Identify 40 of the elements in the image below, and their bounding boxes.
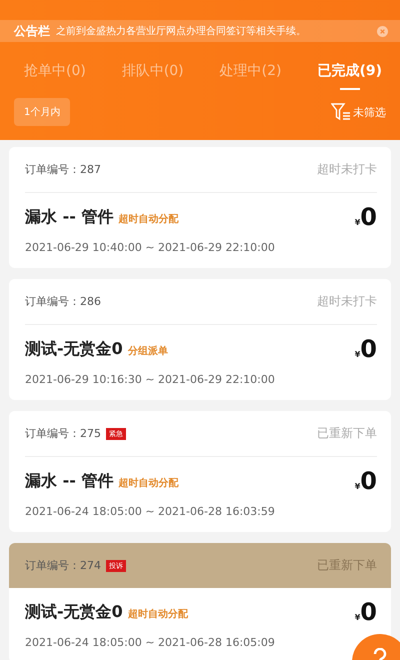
order-time: 2021-06-24 18:05:00 ~ 2021-06-28 16:03:59 xyxy=(25,505,276,518)
currency-sign: ¥ xyxy=(354,350,360,359)
order-number: 订单编号：287 xyxy=(25,162,101,177)
order-price: 0 xyxy=(360,467,377,495)
assign-type: 超时自动分配 xyxy=(118,212,178,226)
order-number: 订单编号：275 xyxy=(25,426,101,441)
filter-icon xyxy=(331,103,351,121)
status-tab[interactable]: 排队中(0) xyxy=(122,62,184,90)
currency-sign: ¥ xyxy=(354,613,360,622)
order-status: 已重新下单 xyxy=(317,557,377,574)
order-title: 测试-无赏金0 xyxy=(25,338,123,360)
filter-button[interactable]: 未筛选 xyxy=(331,103,386,121)
assign-type: 超时自动分配 xyxy=(128,608,188,620)
status-tab[interactable]: 抢单中(0) xyxy=(24,62,86,90)
notice-text: 之前到金盛热力各营业厅网点办理合同签订等相关手续。 xyxy=(56,24,307,38)
order-time: 2021-06-24 18:05:00 ~ 2021-06-28 16:05:09 xyxy=(25,636,276,649)
order-time: 2021-06-29 10:40:00 ~ 2021-06-29 22:10:00 xyxy=(25,241,276,254)
assign-type: 分组派单 xyxy=(128,344,168,358)
order-card[interactable]: 订单编号：287 超时未打卡 漏水 -- 管件 超时自动分配 ¥0 2021-06-29 10:40:00 ~ 2021-06-29 22:10:00 xyxy=(9,147,391,268)
assign-type: 超时自动分配 xyxy=(118,476,178,490)
order-number: 订单编号：286 xyxy=(25,294,101,309)
order-price: 0 xyxy=(360,203,377,231)
order-status: 超时未打卡 xyxy=(317,161,377,178)
status-tab[interactable]: 已完成(9) xyxy=(317,62,382,90)
order-status: 超时未打卡 xyxy=(317,293,377,310)
order-price: 0 xyxy=(360,598,377,626)
order-card[interactable]: 订单编号：286 超时未打卡 测试-无赏金0 分组派单 ¥0 2021-06-29 10:16:30 ~ 2021-06-29 22:10:00 xyxy=(9,279,391,400)
order-title: 漏水 -- 管件 xyxy=(25,470,114,492)
status-tab[interactable]: 处理中(2) xyxy=(220,62,282,90)
order-title: 测试-无赏金0 xyxy=(25,602,123,622)
order-number: 订单编号：274 xyxy=(25,558,101,573)
order-status: 已重新下单 xyxy=(317,425,377,442)
notice-label: 公告栏 xyxy=(14,22,50,40)
period-button[interactable]: 1个月内 xyxy=(14,98,70,126)
currency-sign: ¥ xyxy=(354,218,360,227)
order-price: 0 xyxy=(360,335,377,363)
close-icon[interactable] xyxy=(377,26,388,36)
order-time: 2021-06-29 10:16:30 ~ 2021-06-29 22:10:00 xyxy=(25,373,276,386)
order-title: 漏水 -- 管件 xyxy=(25,206,114,228)
currency-sign: ¥ xyxy=(354,482,360,491)
